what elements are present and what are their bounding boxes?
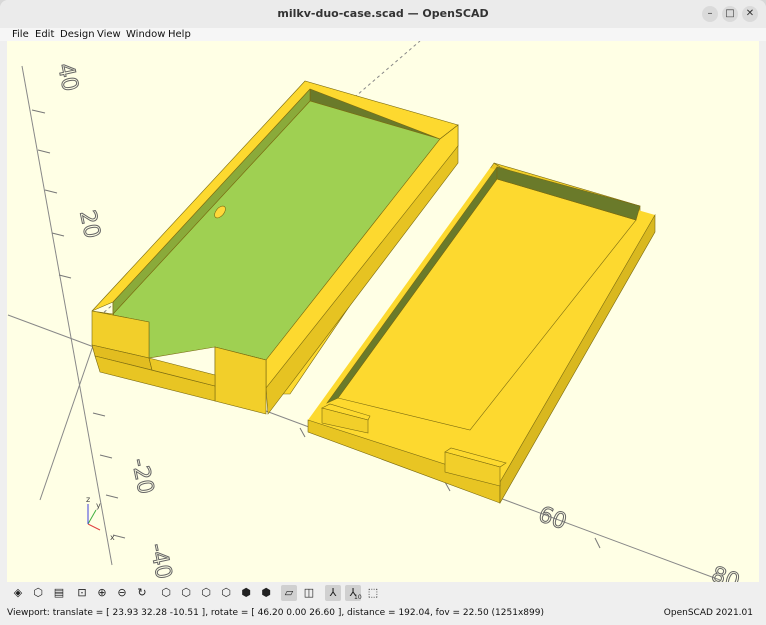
view-left-icon[interactable]: ⬡ <box>218 585 234 601</box>
menu-window[interactable]: Window <box>126 28 165 41</box>
perspective-icon[interactable]: ▱ <box>281 585 297 601</box>
scene-svg: 40 20 -20 -40 60 80 z y x <box>7 41 743 582</box>
zoom-out-icon[interactable]: ⊖ <box>114 585 130 601</box>
view-right-icon[interactable]: ⬡ <box>158 585 174 601</box>
render-preview-icon[interactable]: ◈ <box>10 585 26 601</box>
maximize-icon[interactable]: □ <box>722 6 738 22</box>
menu-view[interactable]: View <box>97 28 121 41</box>
gizmo-y-label: y <box>96 501 101 510</box>
axis-label-80: 80 <box>708 562 743 582</box>
export-stl-icon[interactable]: ▤ <box>51 585 67 601</box>
scale-label: 10 <box>354 594 362 601</box>
zoom-in-icon[interactable]: ⊕ <box>94 585 110 601</box>
show-edges-icon[interactable]: ⬚ <box>365 585 381 601</box>
close-icon[interactable]: ✕ <box>742 6 758 22</box>
gizmo-z-label: z <box>86 495 90 504</box>
orthogonal-icon[interactable]: ◫ <box>301 585 317 601</box>
view-bottom-icon[interactable]: ⬡ <box>198 585 214 601</box>
minimize-icon[interactable]: – <box>702 6 718 22</box>
view-toolbar: ◈ ⬡ ▤ ⊡ ⊕ ⊖ ↻ ⬡ ⬡ ⬡ ⬡ ⬢ ⬢ ▱ ◫ ⅄ ⅄ 10 ⬚ <box>0 584 766 604</box>
window-title: milkv-duo-case.scad — OpenSCAD <box>277 7 489 20</box>
viewport-info: Viewport: translate = [ 23.93 32.28 -10.… <box>7 608 544 618</box>
axis-label-60: 60 <box>535 502 570 535</box>
menu-bar: File Edit Design View Window Help <box>0 28 766 41</box>
version-label: OpenSCAD 2021.01 <box>663 608 753 618</box>
app-window: milkv-duo-case.scad — OpenSCAD – □ ✕ Fil… <box>0 0 766 625</box>
gizmo-x-label: x <box>110 533 115 542</box>
axis-label-20: 20 <box>74 208 104 241</box>
title-bar: milkv-duo-case.scad — OpenSCAD – □ ✕ <box>0 0 766 29</box>
axis-label-minus40: -40 <box>144 541 176 581</box>
reset-view-icon[interactable]: ↻ <box>134 585 150 601</box>
status-bar: Viewport: translate = [ 23.93 32.28 -10.… <box>0 605 766 625</box>
menu-edit[interactable]: Edit <box>35 28 54 41</box>
axis-label-minus20: -20 <box>126 456 158 496</box>
axes-gizmo: z y x <box>86 495 115 542</box>
axis-label-40: 40 <box>52 61 82 94</box>
zoom-all-icon[interactable]: ⊡ <box>74 585 90 601</box>
render-icon[interactable]: ⬡ <box>30 585 46 601</box>
menu-design[interactable]: Design <box>60 28 95 41</box>
view-top-icon[interactable]: ⬡ <box>178 585 194 601</box>
menu-file[interactable]: File <box>12 28 29 41</box>
view-front-icon[interactable]: ⬢ <box>238 585 254 601</box>
show-axes-icon[interactable]: ⅄ <box>325 585 341 601</box>
view-back-icon[interactable]: ⬢ <box>258 585 274 601</box>
3d-viewport[interactable]: 40 20 -20 -40 60 80 z y x <box>7 41 759 582</box>
menu-help[interactable]: Help <box>168 28 191 41</box>
